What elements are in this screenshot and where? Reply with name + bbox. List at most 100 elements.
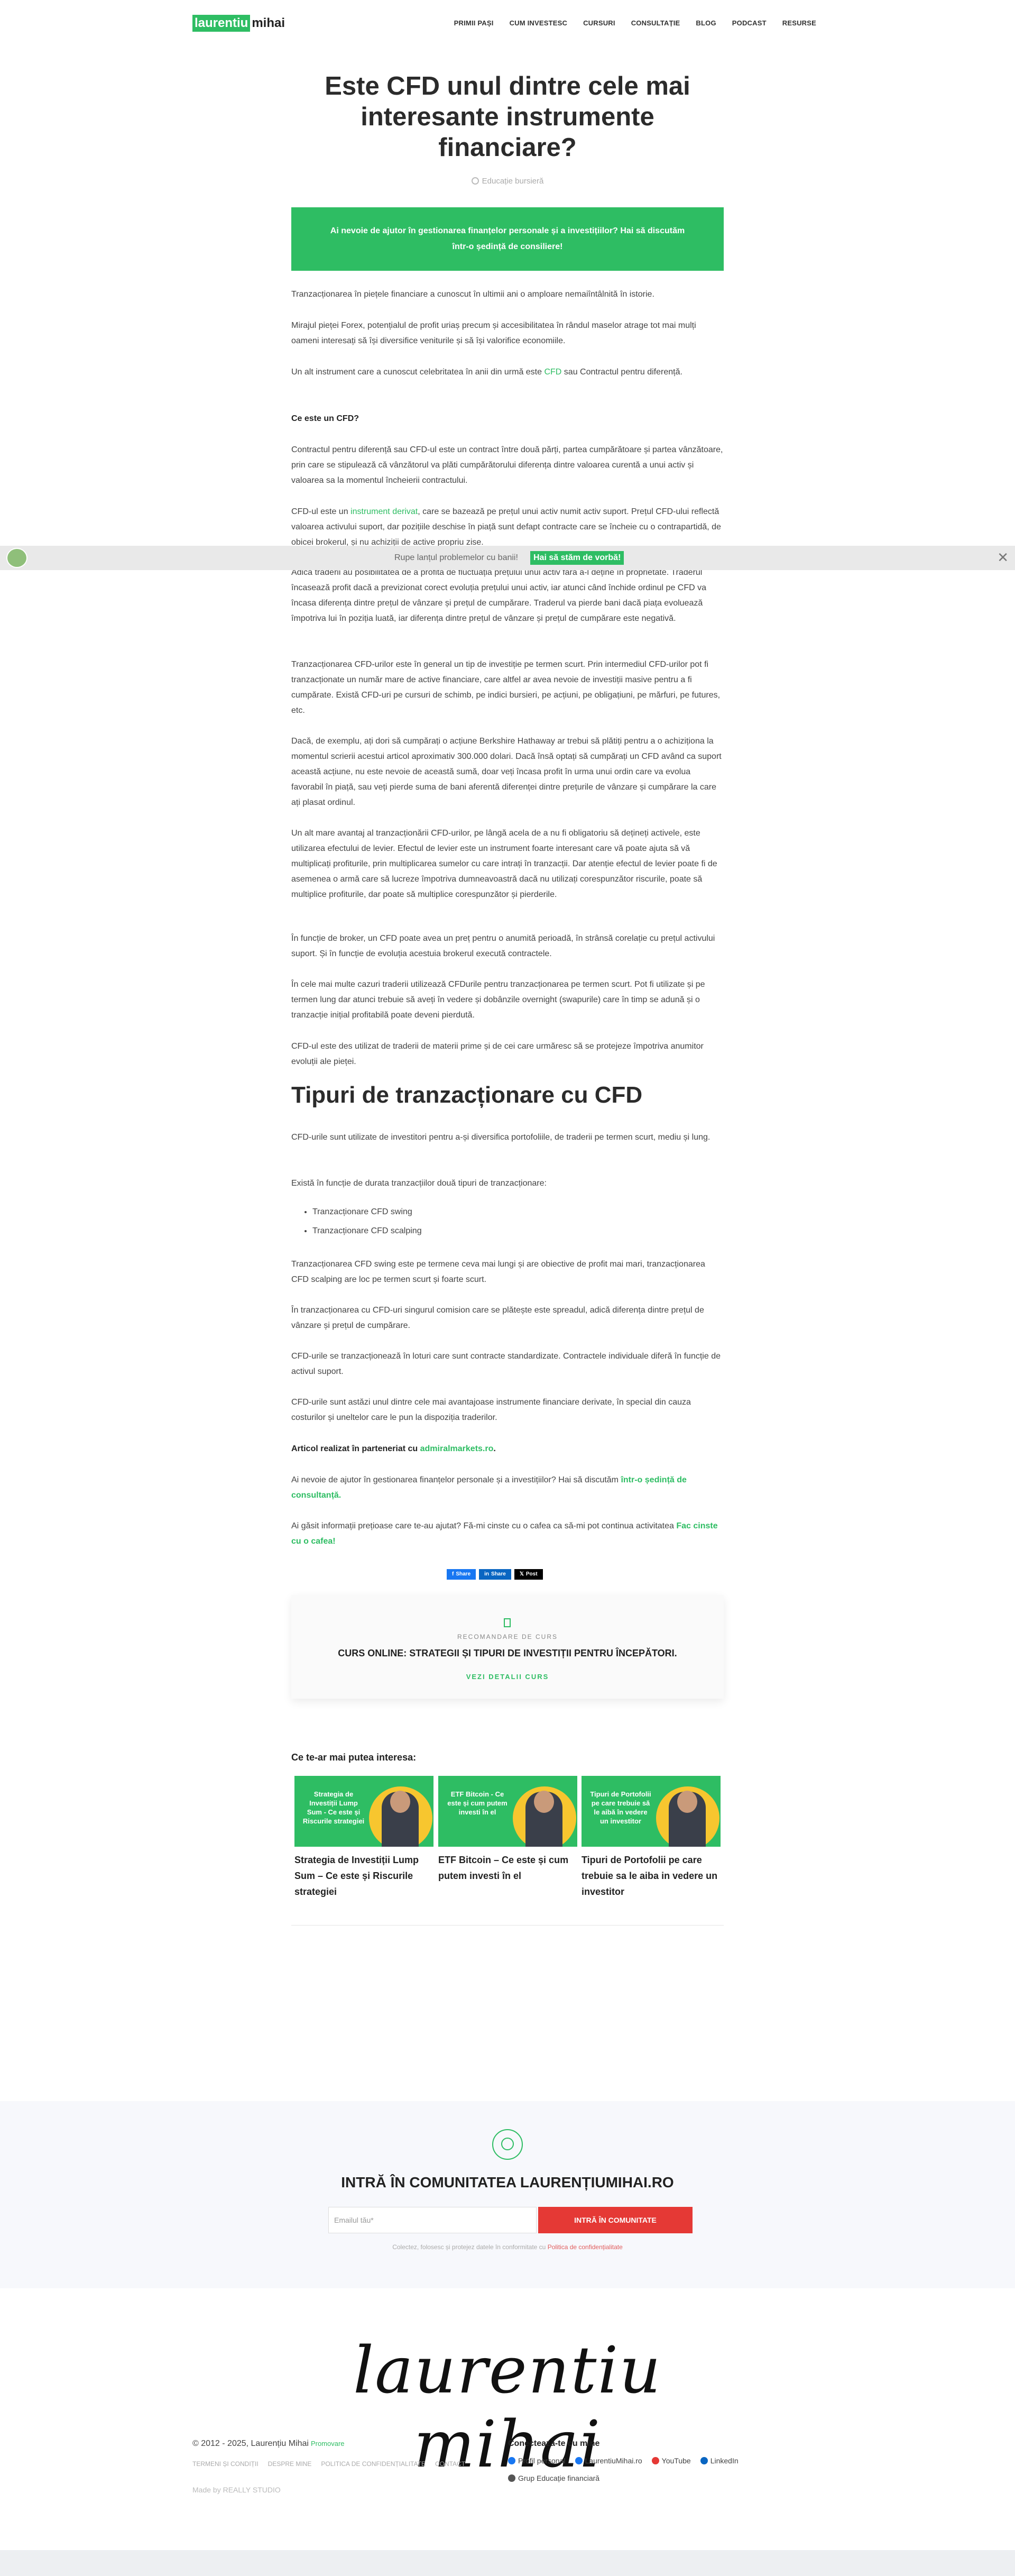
facebook-share-button[interactable]: f Share [447,1569,476,1580]
nav-item-cum-investesc[interactable]: CUM INVESTESC [510,19,568,27]
paragraph: CFD-urile sunt astăzi unul dintre cele m… [291,1398,691,1422]
paragraph: Există în funcție de durata tranzacțiilo… [291,1179,547,1188]
related-post-card[interactable]: Tipuri de Portofolii pe care trebuie să … [582,1776,721,1900]
article-category[interactable]: Educație bursieră [291,177,724,186]
related-post-card[interactable]: Strategia de Investiții Lump Sum - Ce es… [294,1776,433,1900]
course-recommendation-card: RECOMANDARE DE CURS CURS ONLINE: STRATEG… [291,1595,724,1699]
paragraph: În tranzacționarea cu CFD-uri singurul c… [291,1306,704,1330]
social-link-page[interactable]: LaurentiuMihai.ro [575,2456,642,2465]
x-post-button[interactable]: 𝕏 Post [514,1569,543,1580]
made-by[interactable]: Made by REALLY STUDIO [192,2486,281,2494]
person-head [534,1791,554,1813]
community-icon [492,2129,523,2160]
footer-link-privacy[interactable]: POLITICA DE CONFIDENȚIALITATE [321,2460,426,2468]
image-caption: ETF Bitcoin - Ce este și cum putem inves… [447,1790,508,1816]
paragraph: CFD-ul este un instrument derivat, care … [291,504,724,550]
privacy-policy-link[interactable]: Politica de confidențialitate [548,2243,623,2251]
partner-line: Articol realizat în parteneriat cu admir… [291,1441,724,1456]
related-post-card[interactable]: ETF Bitcoin - Ce este și cum putem inves… [438,1776,577,1884]
close-icon[interactable]: ✕ [997,550,1009,565]
promovare-link[interactable]: Promovare [311,2440,345,2447]
x-icon: 𝕏 [519,1571,524,1577]
community-title: INTRĂ ÎN COMUNITATEA LAURENȚIUMIHAI.RO [341,2174,674,2190]
footer-link-contact[interactable]: CONTACT [435,2460,465,2468]
nav-item-cursuri[interactable]: CURSURI [583,19,615,27]
social-link-linkedin[interactable]: LinkedIn [700,2456,739,2465]
share-label: Share [491,1571,506,1577]
consult-cta-box[interactable]: Ai nevoie de ajutor în gestionarea finan… [291,207,724,271]
paragraph: CFD-ul este des utilizat de traderii de … [291,1042,704,1066]
instrument-derivat-link[interactable]: instrument derivat [350,507,418,516]
paragraph: CFD-urile se tranzacționează în loturi c… [291,1352,721,1376]
related-heading: Ce te-ar mai putea interesa: [291,1752,417,1763]
nav-item-consultatie[interactable]: CONSULTAȚIE [631,19,680,27]
smile-icon [501,2138,514,2150]
footer-link-terms[interactable]: TERMENI ȘI CONDIȚII [192,2460,259,2468]
partner-suffix: . [493,1444,496,1453]
help-line: Ai nevoie de ajutor în gestionarea finan… [291,1472,724,1503]
join-community-button[interactable]: INTRĂ ÎN COMUNITATE [538,2207,693,2233]
nav-item-blog[interactable]: BLOG [696,19,716,27]
paragraph: Tranzacționarea CFD-urilor este în gener… [291,660,721,715]
footer-link-about[interactable]: DESPRE MINE [268,2460,312,2468]
social-link-group[interactable]: Grup Educație financiară [508,2474,599,2482]
coffee-text: Ai găsit informații prețioase care te-au… [291,1521,677,1530]
privacy-note-text: Colectez, folosesc și protejez datele în… [392,2243,548,2251]
trading-types-list: Tranzacționare CFD swing Tranzacționare … [291,1203,724,1241]
course-label: RECOMANDARE DE CURS [457,1633,558,1640]
person-head [677,1791,697,1813]
bookmark-icon [504,1618,511,1627]
paragraph: Adică traderii au posibilitatea de a pro… [291,568,707,623]
coffee-line: Ai găsit informații prețioase care te-au… [291,1518,724,1549]
paragraph-text: sau Contractul pentru diferență. [561,368,682,377]
site-logo[interactable]: laurentiu mihai [192,14,285,33]
linkedin-share-button[interactable]: in Share [479,1569,511,1580]
site-header: laurentiu mihai PRIMII PAȘI CUM INVESTESC… [0,0,1015,49]
post-label: Post [525,1571,538,1577]
related-post-title[interactable]: Tipuri de Portofolii pe care trebuie sa … [582,1852,721,1900]
cfd-link[interactable]: CFD [544,368,561,377]
related-post-title[interactable]: ETF Bitcoin – Ce este și cum putem inves… [438,1852,577,1884]
nav-item-resurse[interactable]: RESURSE [782,19,816,27]
paragraph-text: Un alt instrument care a cunoscut celebr… [291,368,545,377]
sticky-cta-button[interactable]: Hai să stăm de vorbă! [530,551,624,565]
paragraph: În funcție de broker, un CFD poate avea … [291,934,715,958]
paragraph-text: CFD-ul este un [291,507,351,516]
person-head [390,1791,410,1813]
social-links-row: Grup Educație financiară [508,2474,599,2482]
section-heading: Ce este un CFD? [291,411,724,426]
paragraph: CFD-urile sunt utilizate de investitori … [291,1133,710,1142]
copyright: © 2012 - 2025, Laurențiu Mihai Promovare [192,2439,345,2449]
paragraph: Dacă, de exemplu, ați dori să cumpărați … [291,737,722,807]
course-name[interactable]: CURS ONLINE: STRATEGII ȘI TIPURI DE INVE… [291,1648,724,1659]
paragraph: Un alt instrument care a cunoscut celebr… [291,364,724,380]
nav-item-primii-pasi[interactable]: PRIMII PAȘI [454,19,494,27]
sticky-promo-bar: Rupe lanțul problemelor cu banii! Hai să… [0,546,1015,570]
paragraph: Mirajul pieței Forex, potențialul de pro… [291,321,696,345]
paragraph: Tranzacționarea CFD swing este pe termen… [291,1260,705,1284]
facebook-icon [575,2457,583,2464]
article-title: Este CFD unul dintre cele mai interesant… [325,72,690,162]
social-label: LinkedIn [710,2456,739,2465]
privacy-note: Colectez, folosesc și protejez datele în… [0,2243,1015,2251]
paragraph: Tranzacționarea în piețele financiare a … [291,290,654,299]
share-label: Share [456,1571,471,1577]
related-post-image[interactable]: Strategia de Investiții Lump Sum - Ce es… [294,1776,433,1847]
paragraph: Un alt mare avantaj al tranzacționării C… [291,829,717,899]
course-details-link[interactable]: VEZI DETALII CURS [291,1673,724,1681]
social-link-profile[interactable]: Profil personal [508,2456,566,2465]
bottom-band [0,2550,1015,2576]
partner-prefix: Articol realizat în parteneriat cu [291,1444,420,1453]
community-section: INTRĂ ÎN COMUNITATEA LAURENȚIUMIHAI.RO E… [0,2101,1015,2288]
main-nav: PRIMII PAȘI CUM INVESTESC CURSURI CONSUL… [454,19,816,27]
related-post-image[interactable]: ETF Bitcoin - Ce este și cum putem inves… [438,1776,577,1847]
logo-dark-part: mihai [252,16,285,30]
social-link-youtube[interactable]: YouTube [651,2456,691,2465]
facebook-icon [508,2457,515,2464]
linkedin-icon: in [484,1571,490,1577]
related-post-title[interactable]: Strategia de Investiții Lump Sum – Ce es… [294,1852,433,1900]
partner-link[interactable]: admiralmarkets.ro [420,1444,494,1453]
related-post-image[interactable]: Tipuri de Portofolii pe care trebuie să … [582,1776,721,1847]
email-field[interactable]: Emailul tău* [328,2207,537,2233]
nav-item-podcast[interactable]: PODCAST [732,19,767,27]
